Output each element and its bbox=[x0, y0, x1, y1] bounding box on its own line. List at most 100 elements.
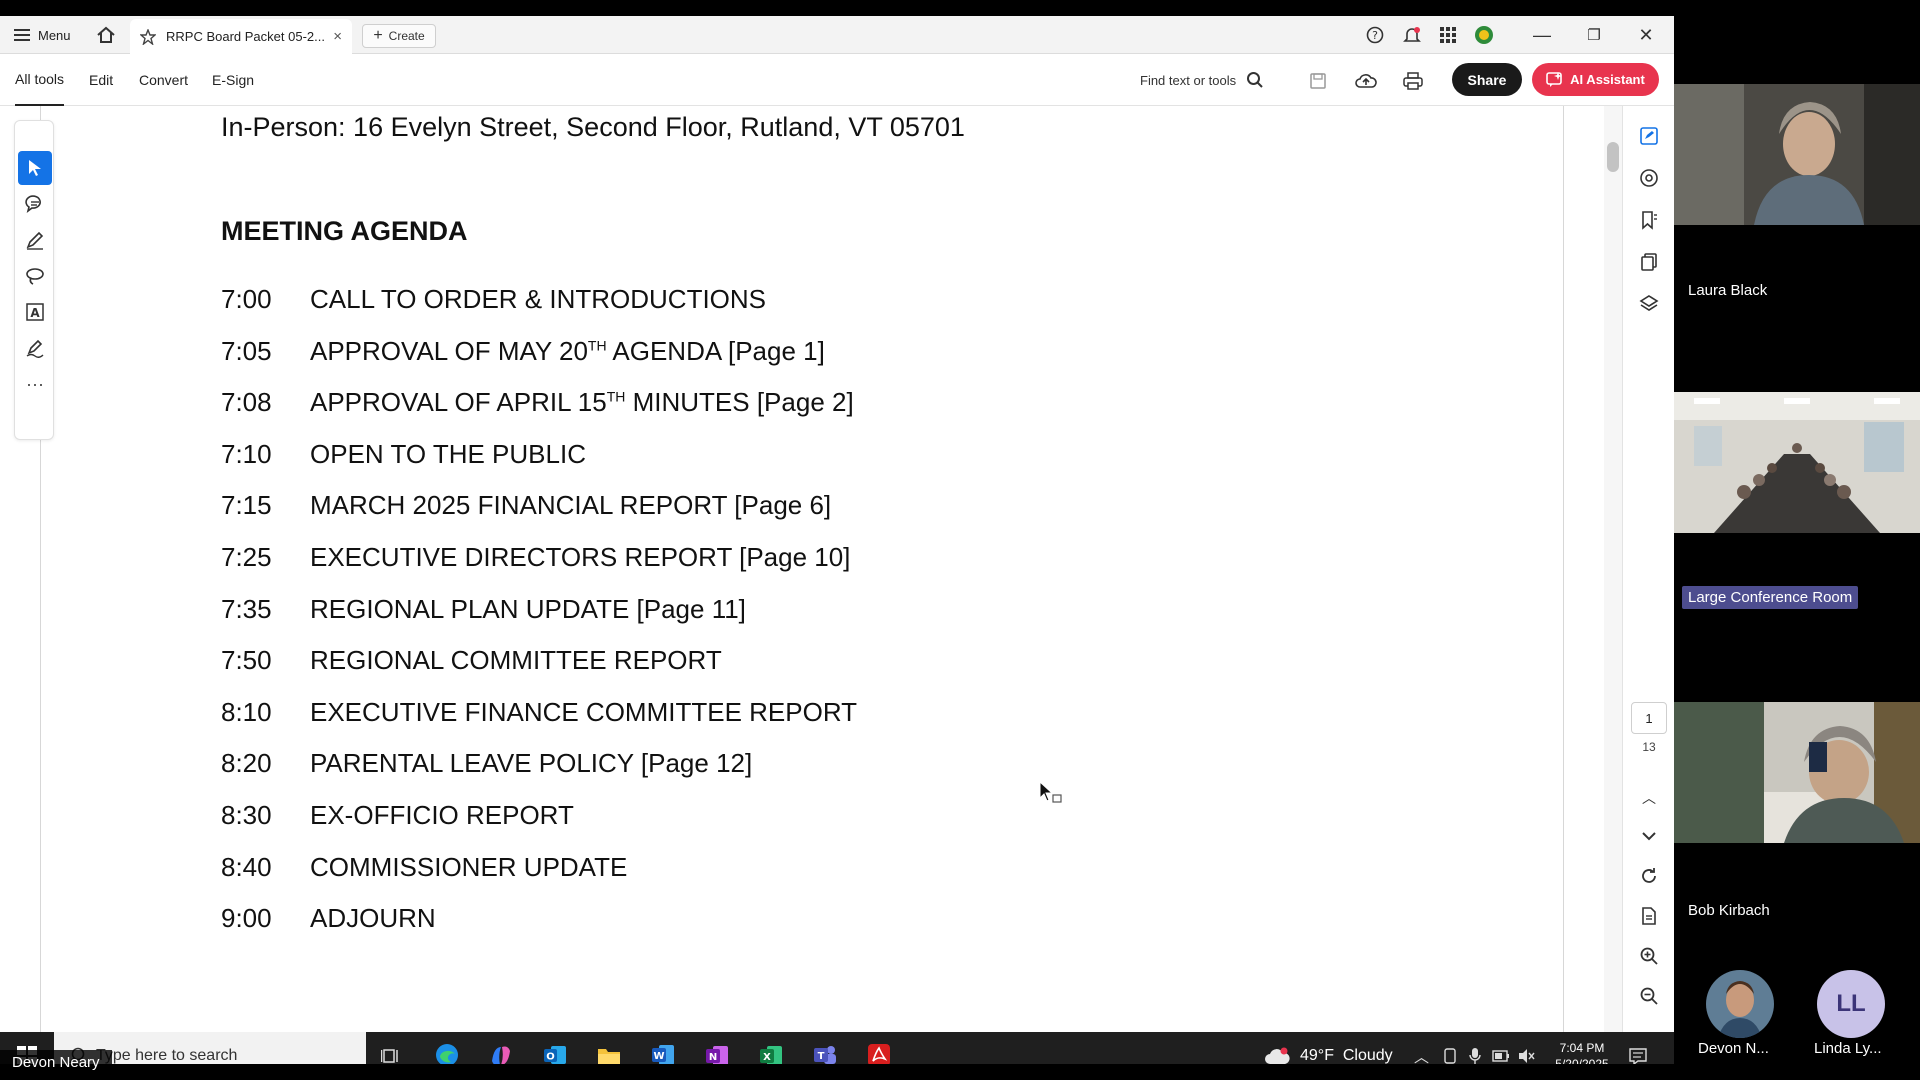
taskbar-edge[interactable] bbox=[426, 1038, 468, 1064]
clock-time: 7:04 PM bbox=[1559, 1041, 1605, 1055]
layers-icon bbox=[1639, 295, 1659, 311]
folder-icon bbox=[598, 1049, 620, 1064]
ellipsis-icon: ··· bbox=[26, 373, 44, 394]
taskbar-file-explorer[interactable] bbox=[588, 1038, 630, 1064]
tab-edit[interactable]: Edit bbox=[89, 54, 113, 106]
create-button[interactable]: + Create bbox=[362, 24, 436, 48]
upload-cloud-button[interactable] bbox=[1351, 66, 1381, 96]
agenda-title: APPROVAL OF MAY 20TH AGENDA [Page 1] bbox=[310, 336, 825, 367]
account-button[interactable] bbox=[1474, 16, 1494, 54]
cloud-upload-icon bbox=[1355, 74, 1377, 88]
lasso-tool[interactable] bbox=[18, 259, 52, 293]
taskbar-word[interactable]: W bbox=[642, 1038, 684, 1064]
taskbar-excel[interactable]: X bbox=[750, 1038, 792, 1064]
notification-center-button[interactable] bbox=[1628, 1032, 1648, 1064]
main-toolbar: All tools Edit Convert E-Sign Find text … bbox=[0, 54, 1674, 106]
taskbar-clock[interactable]: 7:04 PM 5/20/2025 bbox=[1540, 1040, 1624, 1064]
avatar-devon[interactable] bbox=[1706, 970, 1774, 1038]
next-page-button[interactable] bbox=[1633, 820, 1665, 852]
edit-pdf-panel-button[interactable] bbox=[1633, 120, 1665, 152]
tray-battery[interactable] bbox=[1492, 1032, 1510, 1064]
ai-assistant-label: AI Assistant bbox=[1570, 72, 1645, 87]
tray-microphone[interactable] bbox=[1468, 1032, 1482, 1064]
taskbar-outlook[interactable]: O bbox=[534, 1038, 576, 1064]
close-tab-icon[interactable]: × bbox=[333, 28, 342, 45]
page-fit-icon bbox=[1642, 907, 1656, 925]
home-button[interactable] bbox=[96, 16, 116, 54]
current-page-input[interactable]: 1 bbox=[1631, 702, 1667, 734]
zoom-out-button[interactable] bbox=[1633, 980, 1665, 1012]
more-tools-button[interactable]: ··· bbox=[18, 367, 52, 401]
select-tool[interactable] bbox=[18, 151, 52, 185]
close-window-button[interactable]: ✕ bbox=[1626, 16, 1666, 54]
zoom-out-icon bbox=[1640, 987, 1658, 1005]
fill-sign-tool[interactable] bbox=[18, 331, 52, 365]
find-tools-search[interactable]: Find text or tools bbox=[1140, 54, 1264, 106]
zoom-in-icon bbox=[1640, 947, 1658, 965]
minimize-button[interactable]: — bbox=[1522, 16, 1562, 54]
agenda-title-text: APPROVAL OF MAY 20 bbox=[310, 335, 588, 366]
tab-document[interactable]: RRPC Board Packet 05-2... × bbox=[130, 19, 352, 54]
taskbar-onenote[interactable]: N bbox=[696, 1038, 738, 1064]
draw-tool[interactable] bbox=[18, 223, 52, 257]
tray-device-icon[interactable] bbox=[1442, 1032, 1458, 1064]
taskbar-weather[interactable]: 49°F Cloudy bbox=[1264, 1032, 1393, 1064]
task-view-button[interactable] bbox=[370, 1038, 412, 1064]
agenda-time: 7:10 bbox=[221, 438, 272, 469]
tray-volume[interactable] bbox=[1518, 1032, 1536, 1064]
quick-tools-panel: A ··· bbox=[14, 120, 54, 440]
comment-tool[interactable] bbox=[18, 187, 52, 221]
bookmarks-panel-button[interactable] bbox=[1633, 204, 1665, 236]
apps-button[interactable] bbox=[1439, 16, 1457, 54]
video-tile-laura-black[interactable] bbox=[1674, 84, 1920, 225]
layers-panel-button[interactable] bbox=[1633, 288, 1665, 320]
video-tile-conference-room[interactable] bbox=[1674, 392, 1920, 533]
print-button[interactable] bbox=[1398, 66, 1428, 96]
svg-text:N: N bbox=[709, 1052, 717, 1063]
scrollbar-thumb[interactable] bbox=[1607, 142, 1619, 172]
comments-panel-button[interactable] bbox=[1633, 162, 1665, 194]
participant-video bbox=[1674, 702, 1920, 843]
bell-icon bbox=[1403, 27, 1421, 42]
notifications-button[interactable] bbox=[1403, 16, 1421, 54]
agenda-title: REGIONAL PLAN UPDATE [Page 11] bbox=[310, 594, 746, 625]
text-box-tool[interactable]: A bbox=[18, 295, 52, 329]
taskbar-teams[interactable]: T bbox=[804, 1038, 846, 1064]
video-tile-bob-kirbach[interactable] bbox=[1674, 702, 1920, 843]
restore-button[interactable]: ❐ bbox=[1574, 16, 1614, 54]
outlook-icon: O bbox=[544, 1045, 566, 1064]
save-button[interactable] bbox=[1303, 66, 1333, 96]
rotate-button[interactable] bbox=[1633, 860, 1665, 892]
copilot-icon bbox=[492, 1046, 510, 1064]
taskbar-copilot[interactable] bbox=[480, 1038, 522, 1064]
star-icon[interactable] bbox=[140, 28, 156, 45]
agenda-title-text: EXECUTIVE DIRECTORS REPORT [Page 10] bbox=[310, 542, 851, 572]
menu-button[interactable]: Menu bbox=[14, 16, 71, 54]
agenda-title: EXECUTIVE DIRECTORS REPORT [Page 10] bbox=[310, 542, 850, 573]
avatar-linda[interactable]: LL bbox=[1817, 970, 1885, 1038]
tab-bar: Menu RRPC Board Packet 05-2... × + Creat… bbox=[0, 16, 1674, 54]
agenda-time: 7:50 bbox=[221, 645, 272, 676]
zoom-in-button[interactable] bbox=[1633, 940, 1665, 972]
help-button[interactable]: ? bbox=[1366, 16, 1384, 54]
ai-assistant-button[interactable]: AI Assistant bbox=[1532, 63, 1659, 96]
vertical-scrollbar[interactable] bbox=[1604, 106, 1622, 1032]
notification-center-icon bbox=[1629, 1048, 1647, 1064]
onenote-icon: N bbox=[706, 1046, 728, 1064]
agenda-title-text: COMMISSIONER UPDATE bbox=[310, 851, 628, 882]
page-fit-button[interactable] bbox=[1633, 900, 1665, 932]
tab-convert[interactable]: Convert bbox=[139, 54, 188, 106]
tab-esign[interactable]: E-Sign bbox=[212, 54, 254, 106]
create-label: Create bbox=[388, 29, 425, 43]
pages-panel-button[interactable] bbox=[1633, 246, 1665, 278]
bookmark-icon bbox=[1642, 211, 1657, 230]
tab-all-tools[interactable]: All tools bbox=[15, 54, 65, 106]
previous-page-button[interactable]: ︿ bbox=[1633, 782, 1665, 814]
text-box-icon: A bbox=[26, 303, 44, 321]
share-button[interactable]: Share bbox=[1452, 63, 1522, 96]
agenda-title-text: MINUTES [Page 2] bbox=[625, 387, 854, 418]
participant-name-2: Large Conference Room bbox=[1682, 586, 1859, 609]
show-hidden-icons-button[interactable]: ︿ bbox=[1414, 1032, 1429, 1065]
agenda-time: 8:10 bbox=[221, 696, 272, 727]
taskbar-acrobat[interactable] bbox=[858, 1038, 900, 1064]
